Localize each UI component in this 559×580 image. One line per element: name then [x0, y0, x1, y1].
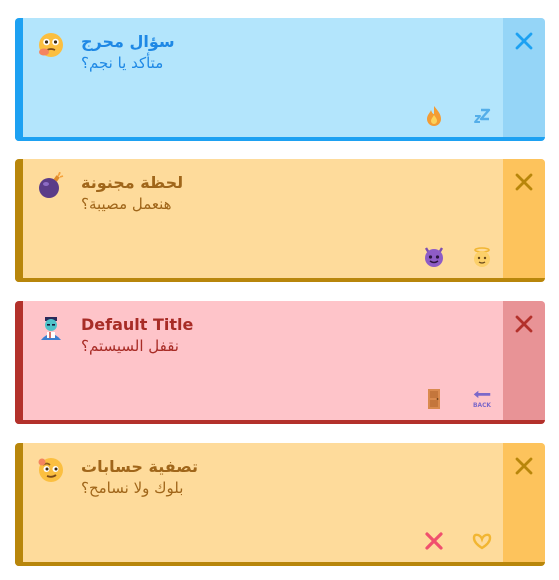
card-actions — [423, 246, 493, 268]
accent-bar — [15, 301, 23, 424]
close-button[interactable] — [509, 26, 539, 56]
bottom-bar — [15, 278, 545, 282]
card-actions: BACK — [423, 388, 493, 410]
heart-hands-icon[interactable] — [471, 530, 493, 552]
bottom-bar — [15, 420, 545, 424]
accent-bar — [15, 443, 23, 566]
sleeping-zzz-icon[interactable] — [471, 105, 493, 127]
close-icon — [515, 315, 533, 333]
svg-text:BACK: BACK — [473, 402, 491, 409]
back-arrow-icon[interactable]: BACK — [471, 388, 493, 410]
card-message: هنعمل مصيبة؟ — [81, 195, 172, 213]
bottom-bar — [15, 562, 545, 566]
card-message: بلوك ولا نسامح؟ — [81, 479, 184, 497]
close-button[interactable] — [509, 309, 539, 339]
close-icon — [515, 457, 533, 475]
notification-card: تصفية حسابات بلوك ولا نسامح؟ — [15, 443, 545, 566]
close-icon — [515, 173, 533, 191]
door-icon[interactable] — [423, 388, 445, 410]
accent-bar — [15, 159, 23, 282]
cross-mark-icon[interactable] — [423, 530, 445, 552]
close-button[interactable] — [509, 451, 539, 481]
close-button[interactable] — [509, 167, 539, 197]
card-title: تصفية حسابات — [81, 457, 199, 476]
card-title: لحظة مجنونة — [81, 173, 184, 192]
notification-card: سؤال محرج متأكد يا نجم؟ — [15, 18, 545, 141]
close-icon — [515, 32, 533, 50]
bottom-bar — [15, 137, 545, 141]
card-title: Default Title — [81, 315, 194, 334]
notification-card: Default Title نقفل السيستم؟ BACK — [15, 301, 545, 424]
card-actions — [423, 530, 493, 552]
close-column — [503, 301, 545, 420]
smirking-face-icon — [37, 456, 65, 484]
close-column — [503, 443, 545, 562]
accent-bar — [15, 18, 23, 141]
thinking-face-icon — [37, 31, 65, 59]
notification-card: لحظة مجنونة هنعمل مصيبة؟ — [15, 159, 545, 282]
angel-face-icon[interactable] — [471, 246, 493, 268]
smiling-devil-icon[interactable] — [423, 246, 445, 268]
zombie-icon — [37, 314, 65, 342]
fire-icon[interactable] — [423, 105, 445, 127]
card-message: متأكد يا نجم؟ — [81, 54, 164, 72]
card-actions — [423, 105, 493, 127]
close-column — [503, 18, 545, 137]
card-message: نقفل السيستم؟ — [81, 337, 179, 355]
bomb-icon — [37, 171, 65, 200]
close-column — [503, 159, 545, 278]
card-title: سؤال محرج — [81, 32, 175, 51]
